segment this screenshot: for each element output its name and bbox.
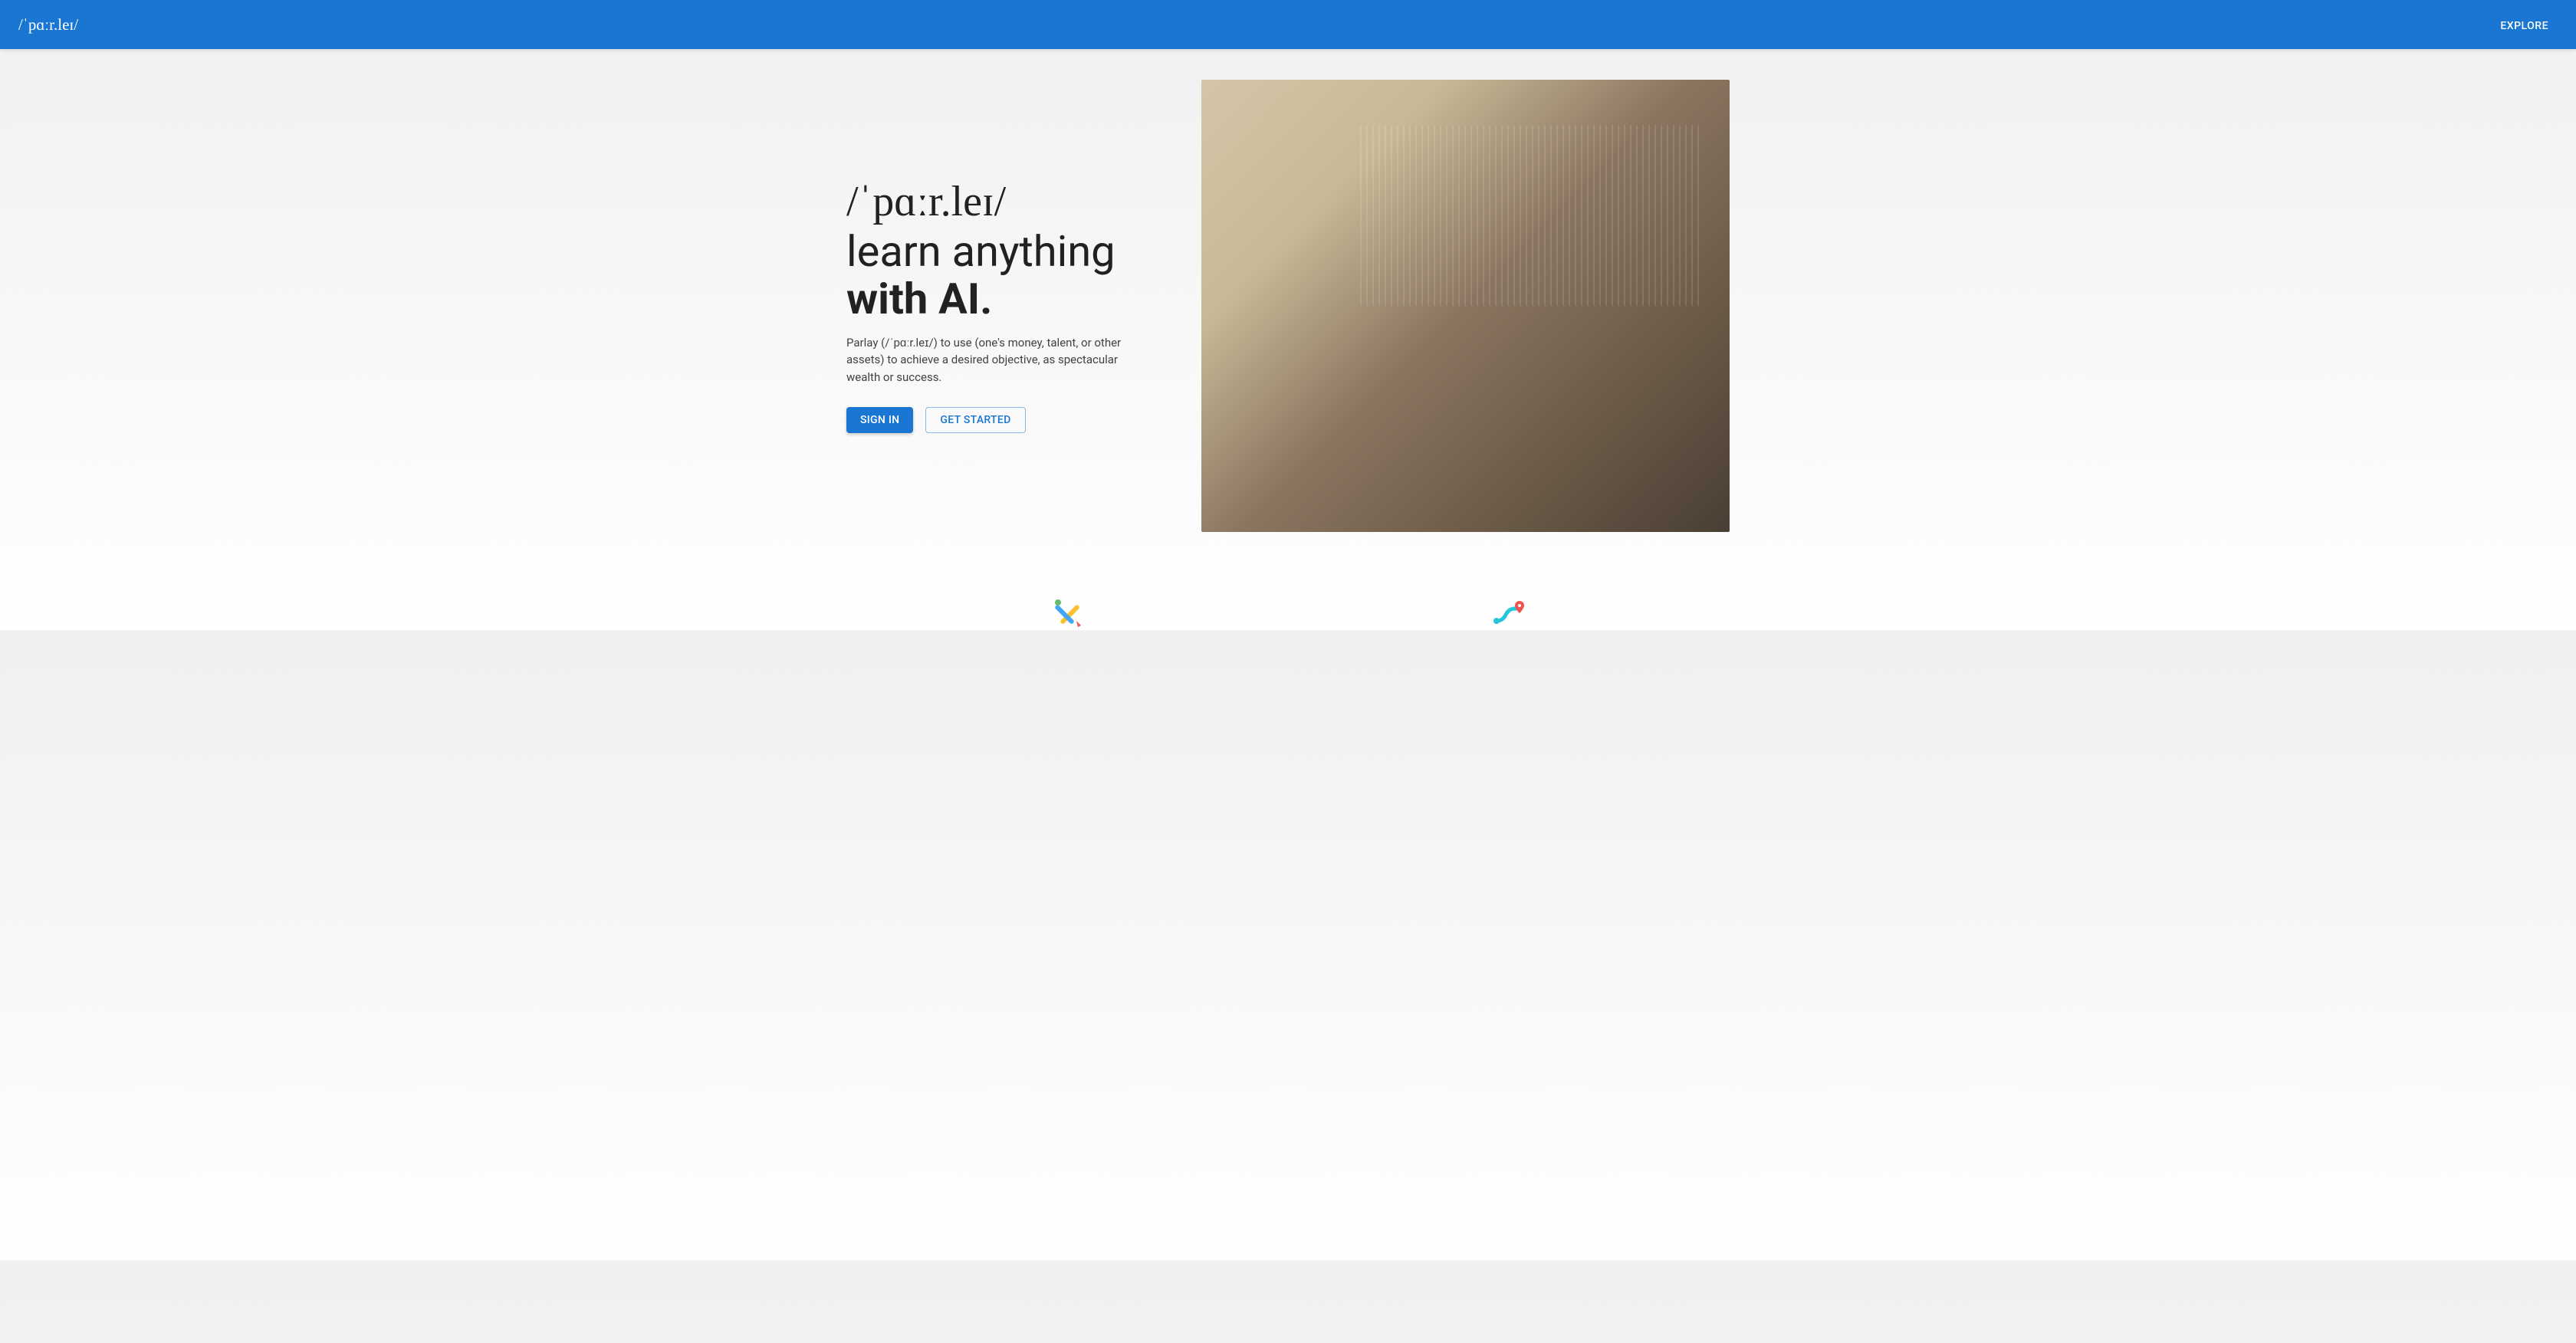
signin-button[interactable]: SIGN IN — [846, 407, 913, 433]
app-header: /ˈpɑːr.leɪ/ EXPLORE — [0, 0, 2576, 49]
hero-text-block: /ˈpɑːr.leɪ/ learn anything with AI. Parl… — [846, 179, 1155, 433]
get-started-button[interactable]: GET STARTED — [925, 407, 1025, 433]
top-nav: EXPLORE — [2491, 18, 2558, 32]
brand-logo[interactable]: /ˈpɑːr.leɪ/ — [18, 15, 78, 34]
features-row — [828, 593, 1748, 630]
hero-section: /ˈpɑːr.leɪ/ learn anything with AI. Parl… — [828, 49, 1748, 563]
hero-title-ipa: /ˈpɑːr.leɪ/ — [846, 179, 1155, 226]
nav-explore[interactable]: EXPLORE — [2491, 14, 2558, 38]
tools-icon — [1049, 593, 1086, 630]
hero-subtitle-bold: with AI. — [846, 274, 992, 324]
hero-image — [1201, 80, 1730, 532]
hero-description: Parlay (/ˈpɑːr.leɪ/) to use (one's money… — [846, 334, 1153, 386]
hero-button-row: SIGN IN GET STARTED — [846, 407, 1155, 433]
hero-subtitle-plain: learn anything — [846, 226, 1116, 277]
route-icon — [1490, 593, 1527, 630]
hero-subtitle: learn anything with AI. — [846, 228, 1155, 323]
